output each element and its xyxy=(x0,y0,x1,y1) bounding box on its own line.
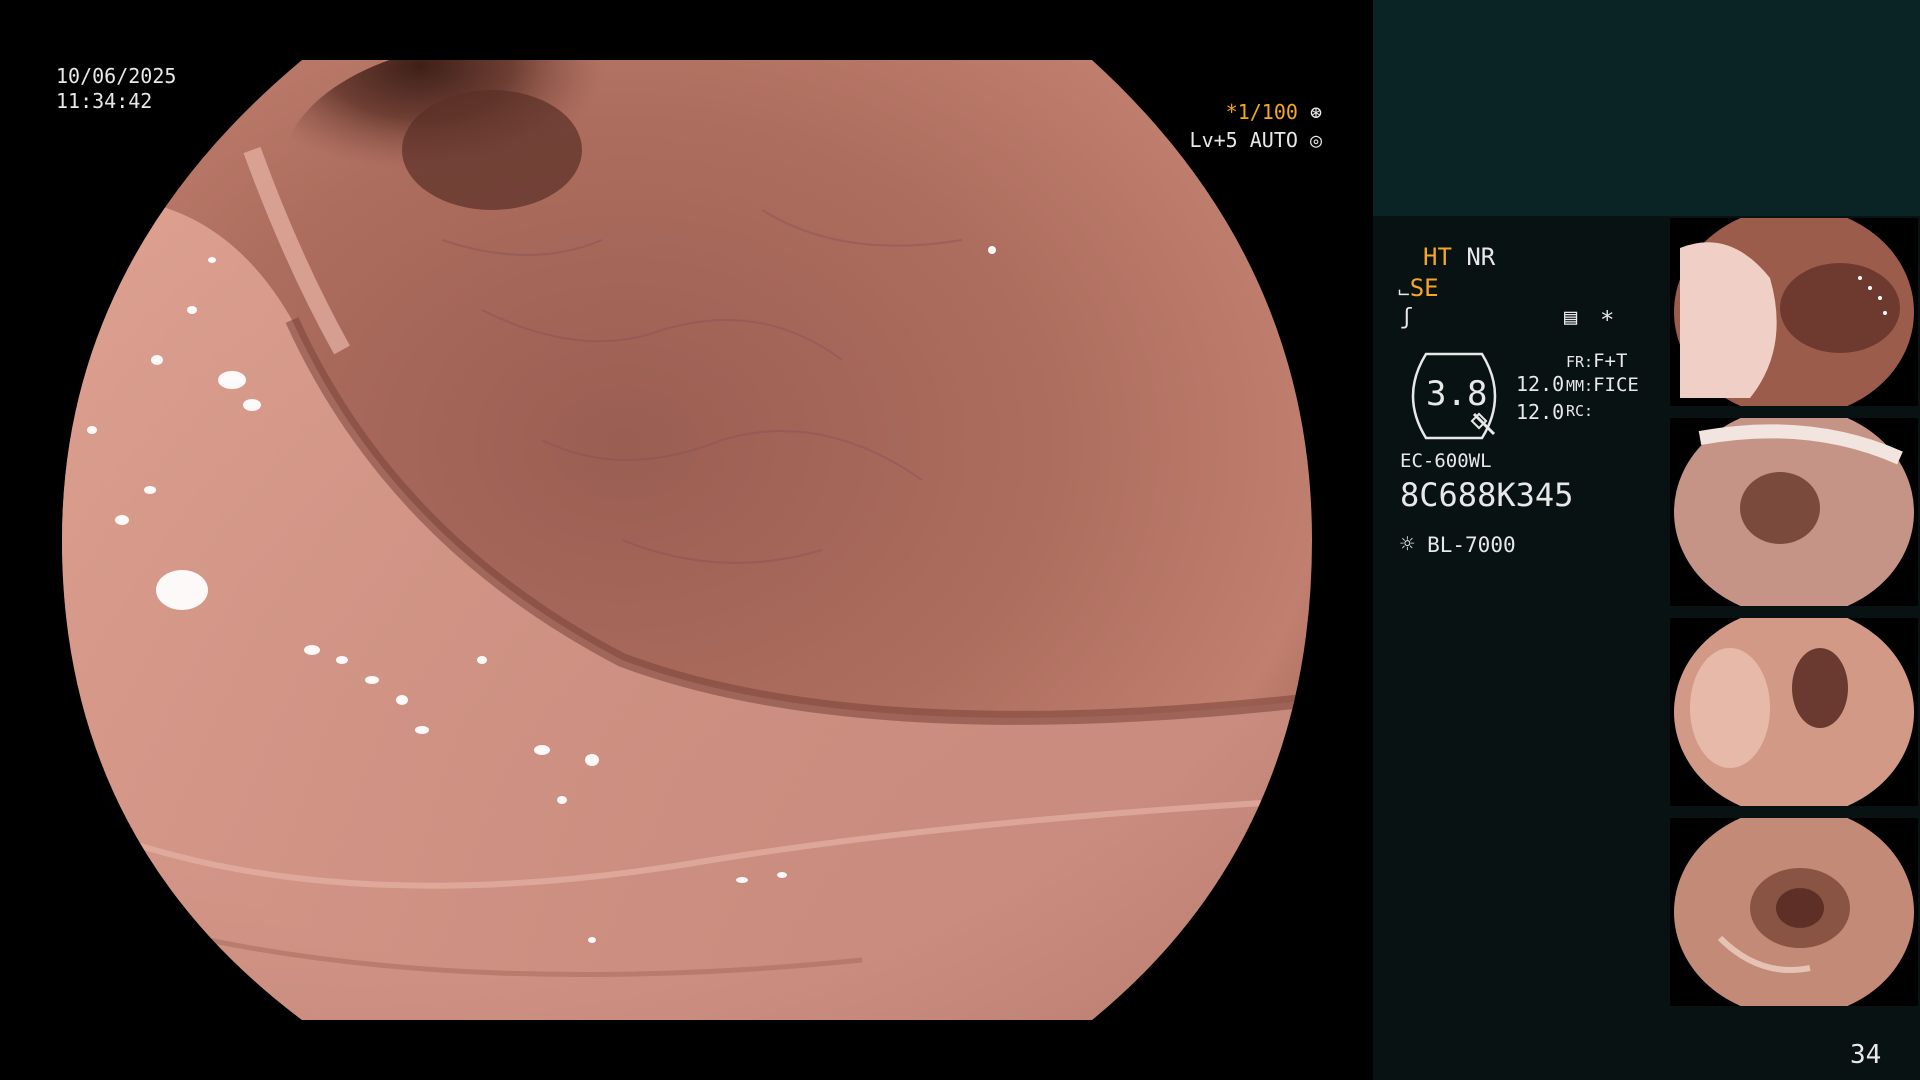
enhancement-value-1: 12.0 xyxy=(1516,372,1565,396)
ht-label: HT xyxy=(1423,243,1452,271)
thumbnail-4[interactable] xyxy=(1670,818,1918,1006)
mm-row: MM:FICE xyxy=(1566,374,1639,396)
fr-value: F+T xyxy=(1593,350,1628,372)
mm-label: MM: xyxy=(1566,377,1594,395)
exposure-readout: *1/100 ⊛ Lv+5 AUTO ◎ xyxy=(1160,98,1322,154)
mm-value: FICE xyxy=(1593,374,1639,396)
structure-enhance-icon: ⨽ xyxy=(1398,277,1410,301)
scope-model: EC-600WL xyxy=(1400,450,1492,472)
endoscope-image xyxy=(62,60,1312,1020)
enhancement-value-2: 12.0 xyxy=(1516,400,1565,424)
asterisk-mark: * xyxy=(1600,306,1615,334)
thumbnail-image xyxy=(1674,218,1914,406)
frame-counter: 34 xyxy=(1850,1040,1882,1070)
light-source-icon: ☼ xyxy=(1400,530,1415,558)
se-row: ⨽SE xyxy=(1398,274,1439,302)
endoscope-main-view xyxy=(62,60,1312,1020)
iris-text: Lv+5 AUTO xyxy=(1189,128,1298,152)
se-label: SE xyxy=(1409,274,1439,302)
rc-label: RC: xyxy=(1566,402,1594,420)
zoom-value: 3.8 xyxy=(1426,374,1488,414)
datetime-readout: 10/06/2025 11:34:42 xyxy=(56,64,176,114)
date-text: 10/06/2025 xyxy=(56,64,177,88)
ht-nr-row: HT NR xyxy=(1423,243,1495,271)
fr-label: FR: xyxy=(1566,353,1594,371)
color-enhance-icon: ʃ xyxy=(1400,305,1414,330)
nr-label: NR xyxy=(1466,243,1496,271)
shutter-icon: ⊛ xyxy=(1309,100,1322,124)
thumbnail-image xyxy=(1674,818,1914,1006)
thumbnail-3[interactable] xyxy=(1670,618,1918,806)
light-source-row: ☼ BL-7000 xyxy=(1400,530,1516,558)
fr-row: FR:F+T xyxy=(1566,350,1627,372)
scope-serial: 8C688K345 xyxy=(1400,476,1574,514)
record-icon: ▤ xyxy=(1564,305,1578,330)
thumbnail-image xyxy=(1674,418,1914,606)
side-panel-header xyxy=(1373,0,1920,216)
light-source-label: BL-7000 xyxy=(1427,533,1516,557)
iris-icon: ◎ xyxy=(1309,128,1322,152)
thumbnail-1[interactable] xyxy=(1670,218,1918,406)
shutter-text: *1/100 xyxy=(1225,100,1298,124)
thumbnail-strip xyxy=(1670,218,1918,1018)
thumbnail-2[interactable] xyxy=(1670,418,1918,606)
time-text: 11:34:42 xyxy=(56,89,153,113)
thumbnail-image xyxy=(1674,618,1914,806)
